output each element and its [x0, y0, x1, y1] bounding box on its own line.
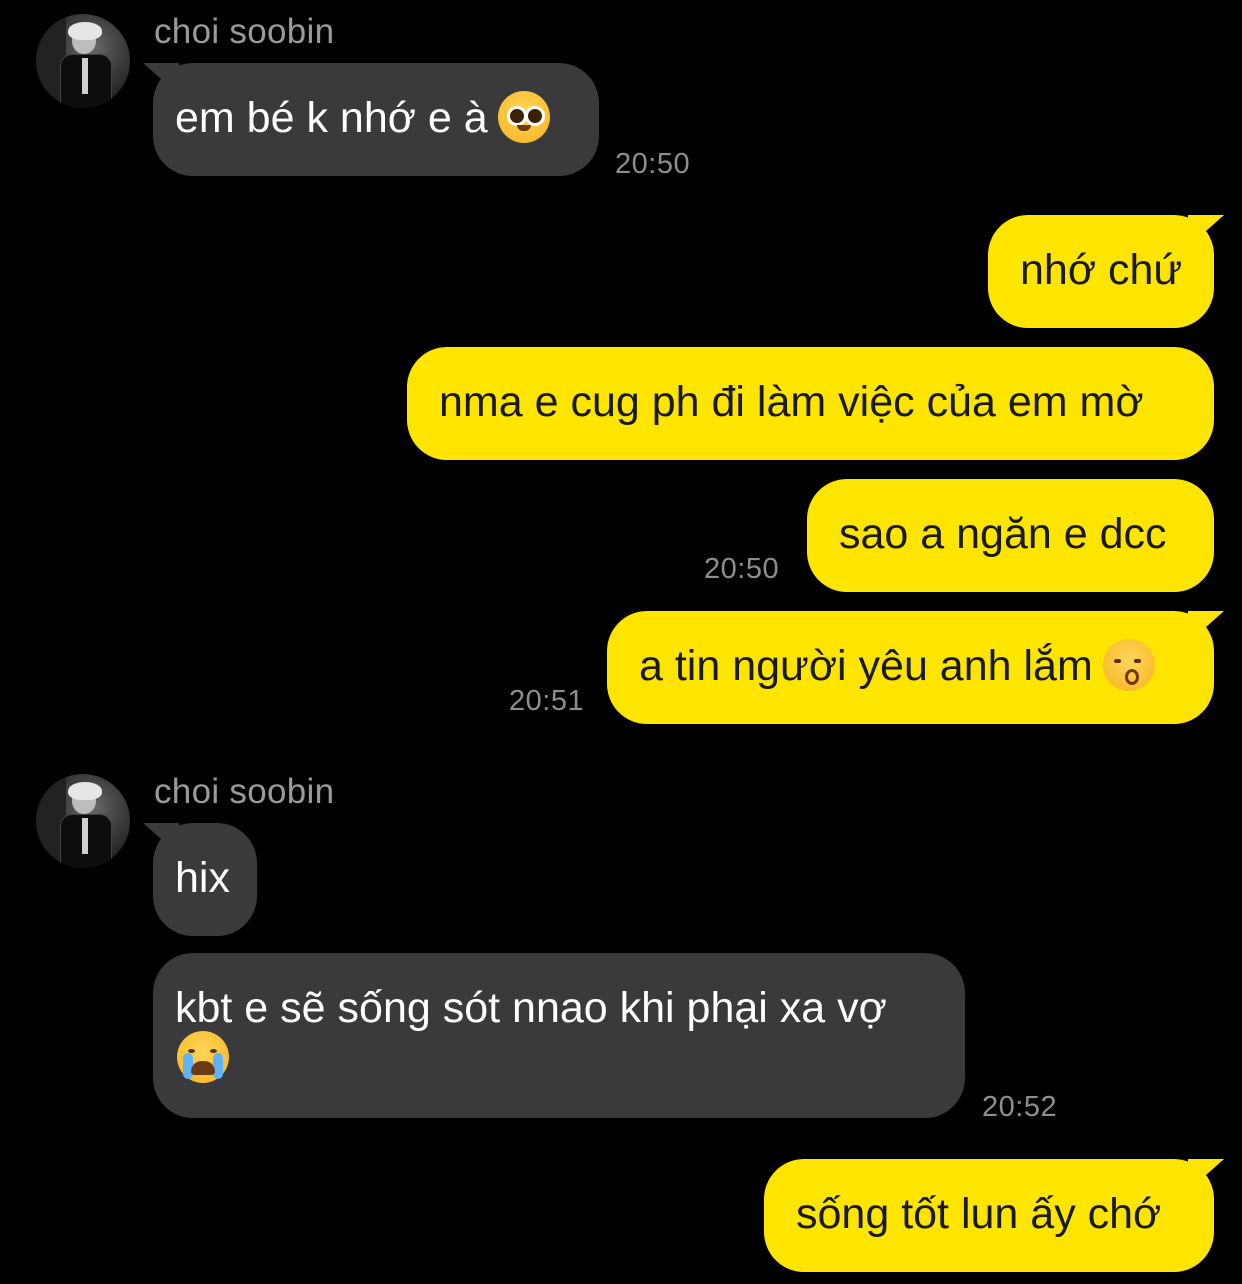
- message-bubble-outgoing[interactable]: sao a ngăn e dcc: [807, 479, 1214, 592]
- message-text: a tin người yêu anh lắm: [639, 642, 1093, 690]
- message-timestamp: 20:50: [615, 148, 691, 180]
- message-text: em bé k nhớ e à: [175, 94, 488, 142]
- message-text: hix: [175, 854, 230, 902]
- message-text: nhớ chứ: [1020, 246, 1183, 294]
- message-text: sống tốt lun ấy chớ: [796, 1190, 1162, 1238]
- loudly-crying-face-icon: [177, 1030, 229, 1083]
- message-bubble-outgoing[interactable]: nhớ chứ: [988, 215, 1214, 328]
- pleading-face-icon: [497, 90, 550, 143]
- message-bubble-incoming[interactable]: kbt e sẽ sống sót nnao khi phại xa vợ: [153, 953, 965, 1118]
- message-bubble-outgoing[interactable]: nma e cug ph đi làm việc của em mờ: [407, 347, 1214, 460]
- message-bubble-incoming[interactable]: hix: [153, 823, 257, 936]
- message-text: sao a ngăn e dcc: [839, 510, 1167, 558]
- message-bubble-outgoing[interactable]: a tin người yêu anh lắm: [607, 611, 1214, 724]
- message-timestamp: 20:52: [982, 1091, 1058, 1123]
- sender-name: choi soobin: [154, 772, 335, 811]
- message-text: kbt e sẽ sống sót nnao khi phại xa vợ: [175, 984, 887, 1032]
- message-bubble-outgoing[interactable]: sống tốt lun ấy chớ: [764, 1159, 1214, 1272]
- contact-avatar[interactable]: [36, 14, 130, 108]
- message-text: nma e cug ph đi làm việc của em mờ: [439, 378, 1144, 426]
- sender-name: choi soobin: [154, 12, 335, 51]
- contact-avatar[interactable]: [36, 774, 130, 868]
- kissing-face-icon: [1102, 638, 1155, 691]
- message-timestamp: 20:50: [704, 553, 780, 585]
- message-timestamp: 20:51: [509, 685, 585, 717]
- message-bubble-incoming[interactable]: em bé k nhớ e à: [153, 63, 599, 176]
